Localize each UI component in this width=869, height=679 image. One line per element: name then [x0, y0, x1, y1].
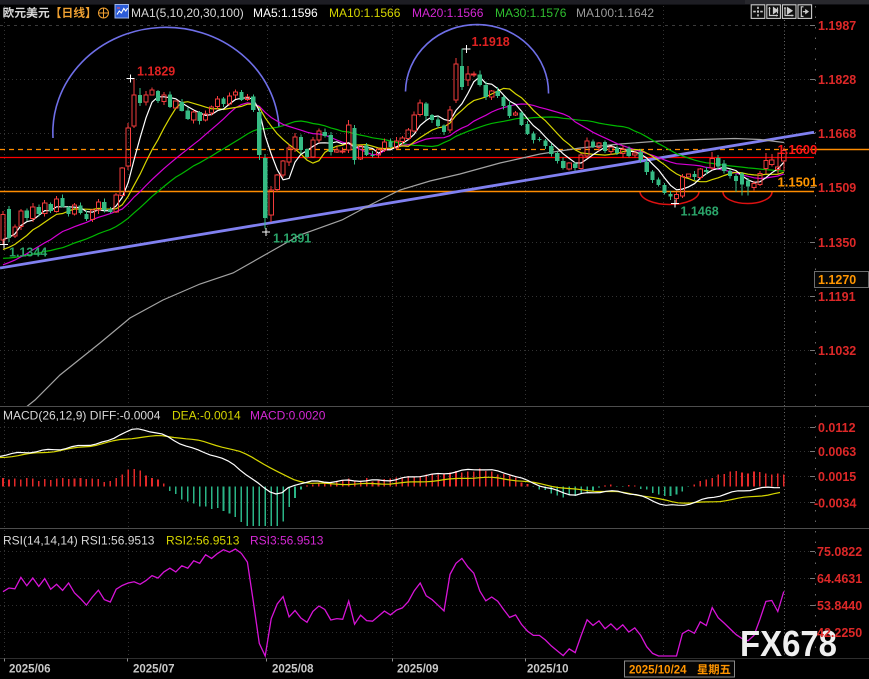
svg-text:DEA:-0.0014: DEA:-0.0014: [172, 409, 241, 423]
svg-text:1.1344: 1.1344: [9, 246, 47, 260]
svg-text:MACD:0.0020: MACD:0.0020: [250, 409, 326, 423]
svg-text:0.0015: 0.0015: [818, 470, 856, 484]
svg-text:2025/07: 2025/07: [133, 664, 175, 676]
svg-text:1.1600: 1.1600: [778, 142, 818, 157]
svg-text:RSI3:56.9513: RSI3:56.9513: [250, 534, 324, 548]
svg-text:MACD(26,12,9) DIFF:-0.0004: MACD(26,12,9) DIFF:-0.0004: [3, 409, 161, 423]
svg-text:0.0063: 0.0063: [818, 445, 856, 459]
svg-text:-0.0034: -0.0034: [814, 496, 856, 510]
svg-text:MA10:1.1566: MA10:1.1566: [329, 6, 401, 20]
svg-text:RSI2:56.9513: RSI2:56.9513: [166, 534, 240, 548]
svg-text:1.1391: 1.1391: [273, 232, 311, 246]
svg-text:53.8440: 53.8440: [817, 599, 862, 613]
svg-text:64.4631: 64.4631: [817, 572, 862, 586]
svg-text:1.1468: 1.1468: [681, 205, 719, 219]
svg-text:1.1509: 1.1509: [818, 181, 856, 195]
svg-text:MA20:1.1566: MA20:1.1566: [412, 6, 484, 20]
svg-text:1.1270: 1.1270: [818, 273, 856, 287]
svg-text:RSI(14,14,14) RSI1:56.9513: RSI(14,14,14) RSI1:56.9513: [3, 534, 155, 548]
svg-text:MA30:1.1576: MA30:1.1576: [495, 6, 567, 20]
svg-text:1.1191: 1.1191: [818, 290, 856, 304]
svg-text:1.1350: 1.1350: [818, 236, 856, 250]
svg-text:1.1987: 1.1987: [818, 19, 856, 33]
svg-text:1.1668: 1.1668: [818, 127, 856, 141]
svg-text:42.2250: 42.2250: [817, 626, 862, 640]
svg-text:1.1918: 1.1918: [472, 35, 510, 49]
svg-text:2025/09: 2025/09: [397, 664, 439, 676]
svg-text:2025/10/24: 2025/10/24: [629, 665, 687, 677]
svg-text:0.0112: 0.0112: [818, 421, 856, 435]
svg-text:2025/10: 2025/10: [527, 664, 569, 676]
svg-text:MA100:1.1642: MA100:1.1642: [576, 6, 654, 20]
svg-text:2025/08: 2025/08: [272, 664, 314, 676]
svg-text:MA5:1.1596: MA5:1.1596: [253, 6, 318, 20]
svg-text:75.0822: 75.0822: [817, 545, 862, 559]
svg-text:2025/06: 2025/06: [9, 664, 51, 676]
svg-text:1.1829: 1.1829: [137, 65, 175, 79]
svg-text:1.1828: 1.1828: [818, 73, 856, 87]
svg-text:1.1032: 1.1032: [818, 344, 856, 358]
svg-text:MA1(5,10,20,30,100): MA1(5,10,20,30,100): [131, 6, 244, 20]
svg-text:1.1501: 1.1501: [778, 175, 818, 190]
